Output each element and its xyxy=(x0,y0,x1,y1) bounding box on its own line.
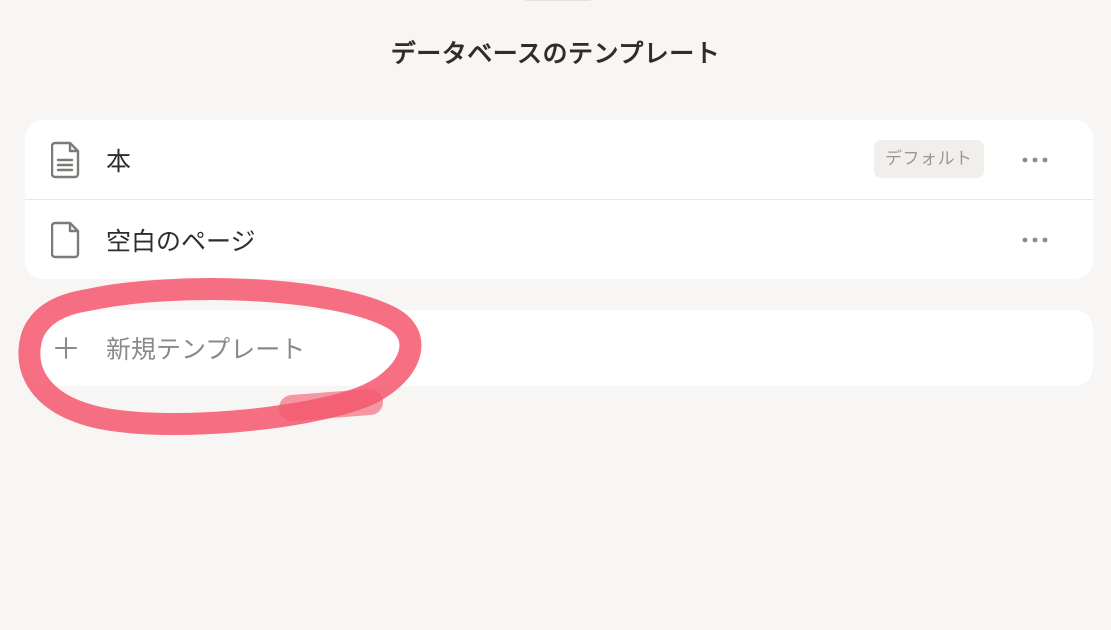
sheet-grabber[interactable] xyxy=(524,0,592,1)
plus-icon xyxy=(55,337,77,359)
more-icon[interactable] xyxy=(1021,236,1049,244)
default-badge: デフォルト xyxy=(874,140,984,178)
template-label: 本 xyxy=(106,146,132,176)
document-blank-icon xyxy=(51,221,80,258)
new-template-label: 新規テンプレート xyxy=(106,335,306,364)
template-row-blank-page[interactable]: 空白のページ xyxy=(25,199,1093,279)
sheet-title: データベースのテンプレート xyxy=(390,39,721,68)
more-icon[interactable] xyxy=(1021,156,1049,164)
template-list: 本 デフォルト 空白のページ xyxy=(25,120,1093,279)
new-template-button[interactable]: 新規テンプレート xyxy=(25,310,1093,386)
template-row-book[interactable]: 本 デフォルト xyxy=(25,120,1093,199)
template-label: 空白のページ xyxy=(106,226,256,256)
document-lines-icon xyxy=(51,141,80,178)
